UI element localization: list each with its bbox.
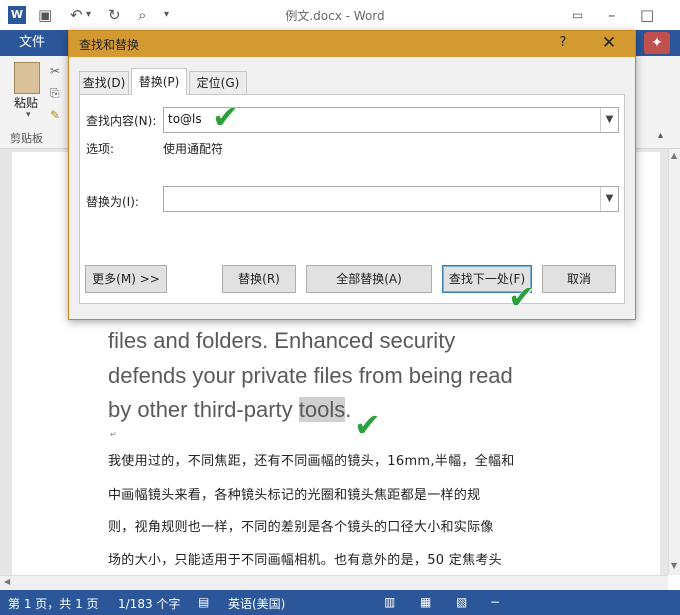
print-preview-icon[interactable]: ⌕ [138,6,146,24]
dialog-title: 查找和替换 [79,38,140,52]
cancel-button[interactable]: 取消 [542,265,616,293]
english-line: files and folders. Enhanced security [108,328,456,353]
close-icon[interactable]: ✕ [599,33,619,53]
web-layout-icon[interactable]: ▧ [456,595,467,609]
paragraph-mark: ↵ [110,430,117,439]
help-icon[interactable]: ? [555,35,571,50]
title-bar: W ▣ ↶ ▾ ↻ ⌕ ▾ 例文.docx - Word ▭ – □ [0,0,680,30]
options-value: 使用通配符 [163,142,224,156]
chinese-line: 中画幅镜头来看，各种镜头标记的光圈和镜头焦距都是一样的规 [108,488,481,503]
read-mode-icon[interactable]: ▥ [384,595,395,609]
save-icon[interactable]: ▣ [38,6,52,24]
format-painter-icon[interactable]: ✎ [50,108,60,122]
tab-find[interactable]: 查找(D) [79,71,129,94]
more-button[interactable]: 更多(M) >> [85,265,167,293]
zoom-out-icon[interactable]: − [490,595,500,609]
copy-icon[interactable]: ⎘ [50,86,60,101]
word-count[interactable]: 1/183 个字 [118,595,180,612]
maximize-icon[interactable]: □ [640,6,654,24]
clipboard-group-label: 剪贴板 [10,132,43,145]
chinese-line: 场的大小，只能适用于不同画幅相机。也有意外的是，50 定焦考头 [108,553,502,568]
undo-icon[interactable]: ↶ [70,6,83,24]
find-what-value: to@ls [168,112,202,126]
replace-history-dropdown-icon[interactable]: ▼ [600,187,618,211]
paste-button-label[interactable]: 粘贴 [14,94,38,111]
replace-with-label: 替换为(I): [86,195,139,209]
found-match-highlight: tools [298,397,346,422]
scroll-left-icon[interactable]: ◀ [4,577,10,586]
scroll-up-icon[interactable]: ▲ [671,151,677,160]
ribbon-display-icon[interactable]: ▭ [572,6,583,24]
find-replace-dialog: 查找和替换 ? ✕ 查找(D) 替换(P) 定位(G) 查找内容(N): to@… [68,30,636,320]
language-indicator[interactable]: 英语(美国) [228,595,285,612]
paste-dropdown-icon[interactable]: ▾ [26,110,31,120]
english-line-tail: . [345,397,352,422]
dialog-title-bar[interactable]: 查找和替换 ? ✕ [69,31,635,57]
checkmark-annotation-icon: ✔ [212,98,239,136]
page-count[interactable]: 第 1 页，共 1 页 [8,595,99,612]
status-bar: 第 1 页，共 1 页 1/183 个字 ▤ 英语(美国) ▥ ▦ ▧ − [0,590,680,615]
customize-quick-access-icon[interactable]: ▾ [164,6,169,24]
tab-goto[interactable]: 定位(G) [189,71,247,94]
replace-all-button[interactable]: 全部替换(A) [306,265,432,293]
redo-icon[interactable]: ↻ [108,6,121,24]
chinese-line: 则，视角规则也一样，不同的差别是各个镜头的口径大小和实际像 [108,520,494,535]
english-line: defends your private files from being re… [108,363,513,388]
options-label: 选项: [86,142,115,156]
proofing-icon[interactable]: ▤ [198,595,209,609]
english-line: by other third-party tools. [108,397,351,423]
collapse-ribbon-icon[interactable]: ▴ [658,130,663,141]
tab-replace[interactable]: 替换(P) [131,68,187,95]
scroll-down-icon[interactable]: ▼ [671,561,677,570]
undo-dropdown-icon[interactable]: ▾ [86,6,91,24]
vertical-scrollbar[interactable]: ▲ ▼ [668,149,680,575]
find-history-dropdown-icon[interactable]: ▼ [600,108,618,132]
chinese-line: 我使用过的，不同焦距，还有不同画幅的镜头，16mm,半幅，全幅和 [108,454,515,469]
checkmark-annotation-icon: ✔ [508,278,535,316]
replace-with-input[interactable]: ▼ [163,186,619,212]
horizontal-scrollbar[interactable]: ◀ [0,575,668,590]
print-layout-icon[interactable]: ▦ [420,595,431,609]
english-line-text: by other third-party [108,397,299,422]
find-what-label: 查找内容(N): [86,114,157,128]
window-title: 例文.docx - Word [285,9,385,23]
cut-icon[interactable]: ✂ [50,64,60,78]
checkmark-annotation-icon: ✔ [354,406,381,444]
replace-tab-panel: 查找内容(N): to@ls ▼ 选项: 使用通配符 替换为(I): ▼ 更多(… [79,94,625,304]
replace-button[interactable]: 替换(R) [222,265,296,293]
file-tab[interactable]: 文件 [4,30,60,56]
paste-icon[interactable] [14,62,40,94]
word-icon[interactable]: W [8,6,26,24]
account-avatar[interactable]: ✦ [644,32,670,54]
minimize-icon[interactable]: – [608,6,616,24]
